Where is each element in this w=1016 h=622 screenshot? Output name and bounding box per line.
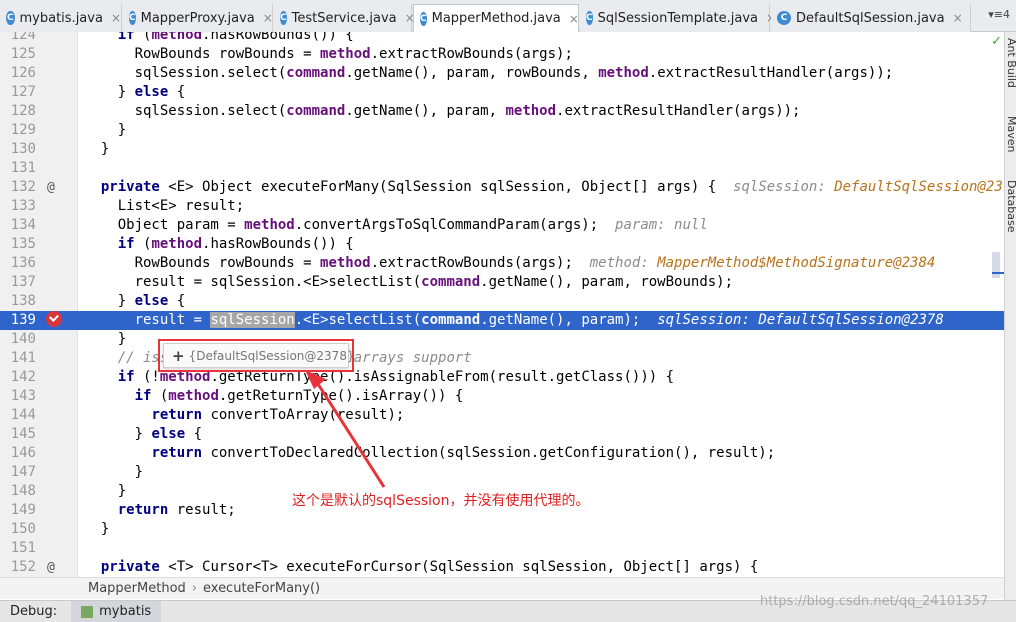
tab-label: DefaultSqlSession.java bbox=[796, 10, 945, 26]
breadcrumb-separator-icon: › bbox=[191, 581, 197, 596]
tab-mapperproxy[interactable]: C MapperProxy.java × bbox=[123, 4, 273, 32]
code-line: 136 RowBounds rowBounds = method.extract… bbox=[10, 255, 936, 271]
close-tab-icon[interactable]: × bbox=[111, 11, 121, 25]
tab-sqlsessiontemplate[interactable]: C SqlSessionTemplate.java × bbox=[580, 4, 776, 32]
tab-label: mybatis.java bbox=[19, 10, 103, 26]
database-tool[interactable]: Database bbox=[1005, 180, 1016, 233]
code-line: 125 RowBounds rowBounds = method.extract… bbox=[10, 46, 573, 62]
class-file-icon: C bbox=[777, 11, 791, 25]
right-tool-strip: Ant Build Maven Database bbox=[1004, 32, 1016, 600]
code-line: 144 return convertToArray(result); bbox=[10, 407, 405, 423]
scrollbar-caret-marker bbox=[992, 272, 1004, 274]
tab-mybatis[interactable]: C mybatis.java × bbox=[0, 4, 122, 32]
code-line: 128 sqlSession.select(command.getName(),… bbox=[10, 103, 801, 119]
tab-list-dropdown[interactable]: ▾≡4 bbox=[988, 8, 1010, 21]
run-config-icon bbox=[81, 605, 94, 618]
code-line: 146 return convertToDeclaredCollection(s… bbox=[10, 445, 776, 461]
breakpoint-icon[interactable] bbox=[46, 311, 62, 327]
editor-tab-bar: C mybatis.java × C MapperProxy.java × C … bbox=[0, 0, 1016, 32]
code-line: 124 if (method.hasRowBounds()) { bbox=[10, 32, 354, 43]
tab-defaultsqlsession[interactable]: C DefaultSqlSession.java × bbox=[771, 4, 971, 32]
highlight-box bbox=[158, 339, 354, 372]
class-file-icon: C bbox=[6, 11, 15, 25]
code-line: 132 @ private <E> Object executeForMany(S… bbox=[10, 178, 1004, 197]
class-file-icon: C bbox=[280, 11, 287, 25]
code-line: 141 // issue #510 Collections & arrays s… bbox=[10, 350, 472, 366]
code-line: 142 if (!method.getReturnType().isAssign… bbox=[10, 369, 675, 385]
code-line: 143 if (method.getReturnType().isArray()… bbox=[10, 388, 464, 404]
code-line: 150 } bbox=[10, 521, 110, 537]
ant-build-tool[interactable]: Ant Build bbox=[1005, 38, 1016, 88]
code-line: 135 if (method.hasRowBounds()) { bbox=[10, 236, 354, 252]
breadcrumb-method[interactable]: executeForMany() bbox=[203, 581, 320, 596]
scrollbar-thumb[interactable] bbox=[992, 252, 1000, 278]
tab-label: MapperProxy.java bbox=[140, 10, 255, 26]
code-line: 130 } bbox=[10, 141, 110, 157]
close-tab-icon[interactable]: × bbox=[263, 11, 273, 25]
code-line: 126 sqlSession.select(command.getName(),… bbox=[10, 65, 894, 81]
close-tab-icon[interactable]: × bbox=[569, 12, 579, 26]
debug-session-label: mybatis bbox=[99, 604, 152, 619]
breadcrumb-class[interactable]: MapperMethod bbox=[88, 581, 186, 596]
class-file-icon: C bbox=[420, 11, 427, 26]
code-line: 147 } bbox=[10, 464, 144, 480]
code-line: 145 } else { bbox=[10, 426, 203, 442]
class-file-icon: C bbox=[129, 11, 136, 25]
code-line: 138 } else { bbox=[10, 293, 186, 309]
watermark: https://blog.csdn.net/qq_24101357 bbox=[760, 594, 989, 609]
code-line: 152 @ private <T> Cursor<T> executeForCur… bbox=[10, 558, 759, 577]
code-line: 140 } bbox=[10, 331, 127, 347]
tab-label: SqlSessionTemplate.java bbox=[597, 10, 759, 26]
tab-testservice[interactable]: C TestService.java × bbox=[274, 4, 415, 32]
tab-label: MapperMethod.java bbox=[431, 11, 561, 26]
code-line: 131 bbox=[10, 160, 36, 176]
close-tab-icon[interactable]: × bbox=[953, 11, 963, 25]
current-execution-line: 139 result = sqlSession.<E>selectList(co… bbox=[0, 311, 1004, 330]
class-file-icon: C bbox=[586, 11, 593, 25]
code-line: 134 Object param = method.convertArgsToS… bbox=[10, 217, 708, 233]
inspection-ok-icon: ✓ bbox=[991, 34, 1002, 49]
maven-tool[interactable]: Maven bbox=[1005, 116, 1016, 152]
debug-label: Debug: bbox=[10, 604, 58, 619]
tab-label: TestService.java bbox=[291, 10, 397, 26]
override-marker-icon[interactable]: @ bbox=[47, 178, 55, 197]
code-line: 127 } else { bbox=[10, 84, 186, 100]
annotation-text: 这个是默认的sqlSession，并没有使用代理的。 bbox=[292, 493, 590, 509]
code-line: 129 } bbox=[10, 122, 127, 138]
override-marker-icon[interactable]: @ bbox=[47, 558, 55, 577]
tab-mappermethod[interactable]: C MapperMethod.java × bbox=[413, 4, 579, 32]
code-line: 133 List<E> result; bbox=[10, 198, 245, 214]
code-line: 151 bbox=[10, 540, 36, 556]
debug-session-tab[interactable]: mybatis bbox=[71, 600, 162, 622]
code-line: 137 result = sqlSession.<E>selectList(co… bbox=[10, 274, 734, 290]
